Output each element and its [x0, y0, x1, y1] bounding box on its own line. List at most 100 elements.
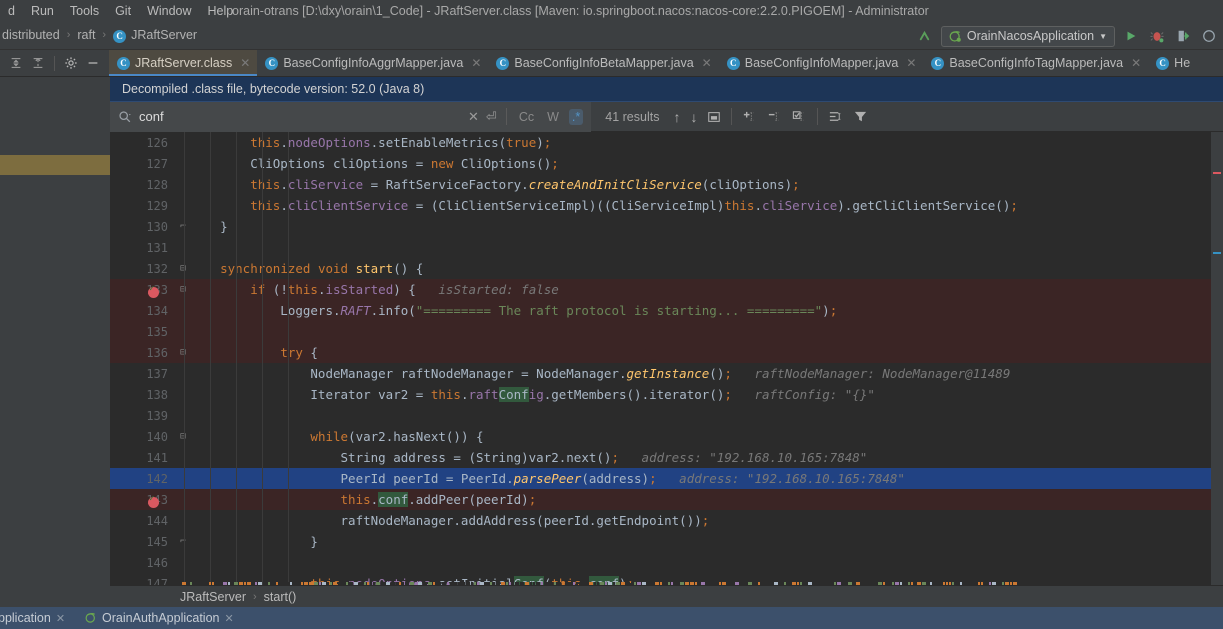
code-line[interactable]: 130 ⌐ }: [110, 216, 1223, 237]
line-number[interactable]: 128: [110, 178, 176, 192]
close-icon[interactable]: ✕: [906, 56, 916, 70]
code-line[interactable]: 133⊟ if (!this.isStarted) { isStarted: f…: [110, 279, 1223, 300]
fold-marker[interactable]: ⊟: [176, 263, 190, 274]
code-line[interactable]: 128 this.cliService = RaftServiceFactory…: [110, 174, 1223, 195]
line-number[interactable]: 133: [110, 283, 176, 297]
code-line[interactable]: 138 Iterator var2 = this.raftConfig.getM…: [110, 384, 1223, 405]
run-icon[interactable]: [1121, 26, 1141, 46]
filter-icon[interactable]: [853, 109, 868, 124]
caret-marker[interactable]: [1213, 252, 1221, 254]
code-line[interactable]: 144 raftNodeManager.addAddress(peerId.ge…: [110, 510, 1223, 531]
code-line[interactable]: 131: [110, 237, 1223, 258]
breadcrumb-item-distributed[interactable]: distributed: [0, 28, 62, 42]
code-line[interactable]: 136 ⊟ try {: [110, 342, 1223, 363]
close-icon[interactable]: ✕: [240, 56, 250, 70]
close-icon[interactable]: ✕: [1131, 56, 1141, 70]
fold-marker[interactable]: ⊟: [176, 284, 190, 295]
collapse-all-icon[interactable]: [28, 53, 48, 73]
find-clear-icon[interactable]: ✕: [468, 109, 479, 125]
line-number[interactable]: 135: [110, 325, 176, 339]
expand-all-icon[interactable]: [6, 53, 26, 73]
tab-he-partial[interactable]: C He: [1148, 50, 1197, 76]
code-line[interactable]: 143 this.conf.addPeer(peerId);: [110, 489, 1223, 510]
code-line[interactable]: 139: [110, 405, 1223, 426]
find-history-icon[interactable]: ⏎: [486, 109, 497, 125]
menu-window[interactable]: Window: [139, 0, 199, 22]
run-tab-orainauthapplication[interactable]: OrainAuthApplication ✕: [75, 611, 244, 625]
settings-gear-icon[interactable]: [61, 53, 81, 73]
tab-baseconfiginfobetamapper-java[interactable]: C BaseConfigInfoBetaMapper.java ✕: [488, 50, 718, 76]
fold-marker[interactable]: ⊟: [176, 347, 190, 358]
close-icon[interactable]: ✕: [702, 56, 712, 70]
code-line[interactable]: 137 NodeManager raftNodeManager = NodeMa…: [110, 363, 1223, 384]
breadcrumb-item-raft[interactable]: raft: [75, 28, 97, 42]
code-line[interactable]: 145 ⌐ }: [110, 531, 1223, 552]
close-icon[interactable]: ✕: [224, 612, 233, 625]
line-number[interactable]: 127: [110, 157, 176, 171]
code-line[interactable]: 135: [110, 321, 1223, 342]
line-number[interactable]: 136: [110, 346, 176, 360]
line-number[interactable]: 126: [110, 136, 176, 150]
code-line[interactable]: 140 ⊟ while(var2.hasNext()) {: [110, 426, 1223, 447]
code-line[interactable]: 141 String address = (String)var2.next()…: [110, 447, 1223, 468]
tab-baseconfiginfoaggrmapper-java[interactable]: C BaseConfigInfoAggrMapper.java ✕: [257, 50, 488, 76]
line-number[interactable]: 143: [110, 493, 176, 507]
breadcrumb-item-jraftserver[interactable]: C JRaftServer: [111, 28, 199, 42]
line-number[interactable]: 146: [110, 556, 176, 570]
debug-icon[interactable]: [1147, 26, 1167, 46]
line-number[interactable]: 145: [110, 535, 176, 549]
fold-marker[interactable]: ⌐: [176, 221, 190, 232]
run-configuration-selector[interactable]: OrainNacosApplication ▼: [941, 26, 1115, 47]
status-breadcrumb-method[interactable]: start(): [264, 590, 297, 604]
line-number[interactable]: 141: [110, 451, 176, 465]
error-marker[interactable]: [1213, 172, 1221, 174]
run-tab-pplication[interactable]: pplication ✕: [0, 611, 75, 625]
line-number[interactable]: 129: [110, 199, 176, 213]
status-breadcrumb-class[interactable]: JRaftServer: [180, 590, 246, 604]
select-all-icon[interactable]: [792, 109, 807, 124]
fold-marker[interactable]: ⊟: [176, 431, 190, 442]
build-icon[interactable]: [915, 26, 935, 46]
tab-baseconfiginfotagmapper-java[interactable]: C BaseConfigInfoTagMapper.java ✕: [923, 50, 1148, 76]
code-editor[interactable]: 126 this.nodeOptions.setEnableMetrics(tr…: [110, 132, 1223, 629]
fold-marker[interactable]: ⌐: [176, 536, 190, 547]
code-line[interactable]: 132 ⊟ synchronized void start() {: [110, 258, 1223, 279]
more-icon[interactable]: [1199, 26, 1219, 46]
close-icon[interactable]: ✕: [56, 612, 65, 625]
line-number[interactable]: 131: [110, 241, 176, 255]
close-icon[interactable]: ✕: [471, 56, 481, 70]
hide-icon[interactable]: [83, 53, 103, 73]
match-case-toggle[interactable]: Cc: [516, 109, 537, 125]
line-number[interactable]: 139: [110, 409, 176, 423]
menu-run[interactable]: Run: [23, 0, 62, 22]
code-line[interactable]: 127 CliOptions cliOptions = new CliOptio…: [110, 153, 1223, 174]
code-line[interactable]: 134 Loggers.RAFT.info("========= The raf…: [110, 300, 1223, 321]
code-line[interactable]: 142 PeerId peerId = PeerId.parsePeer(add…: [110, 468, 1223, 489]
menu-file-partial[interactable]: d: [0, 0, 23, 22]
line-number[interactable]: 137: [110, 367, 176, 381]
tab-baseconfiginfomapper-java[interactable]: C BaseConfigInfoMapper.java ✕: [719, 50, 924, 76]
remove-occurrence-icon[interactable]: [767, 109, 782, 124]
add-occurrence-icon[interactable]: [742, 109, 757, 124]
menu-tools[interactable]: Tools: [62, 0, 107, 22]
search-input[interactable]: conf: [110, 102, 460, 132]
breakpoint-icon[interactable]: [148, 287, 159, 298]
whole-words-toggle[interactable]: W: [544, 109, 562, 125]
select-all-occurrences-icon[interactable]: [707, 110, 721, 124]
line-number[interactable]: 142: [110, 472, 176, 486]
breakpoint-icon[interactable]: [148, 497, 159, 508]
line-number[interactable]: 138: [110, 388, 176, 402]
find-in-selection-icon[interactable]: [828, 109, 843, 124]
line-number[interactable]: 144: [110, 514, 176, 528]
line-number[interactable]: 134: [110, 304, 176, 318]
line-number[interactable]: 130: [110, 220, 176, 234]
run-with-coverage-icon[interactable]: [1173, 26, 1193, 46]
code-line[interactable]: 146: [110, 552, 1223, 573]
find-prev-icon[interactable]: ↑: [673, 109, 680, 125]
menu-git[interactable]: Git: [107, 0, 139, 22]
find-next-icon[interactable]: ↓: [690, 109, 697, 125]
code-line[interactable]: 129 this.cliClientService = (CliClientSe…: [110, 195, 1223, 216]
line-number[interactable]: 140: [110, 430, 176, 444]
line-number[interactable]: 132: [110, 262, 176, 276]
code-line[interactable]: 126 this.nodeOptions.setEnableMetrics(tr…: [110, 132, 1223, 153]
